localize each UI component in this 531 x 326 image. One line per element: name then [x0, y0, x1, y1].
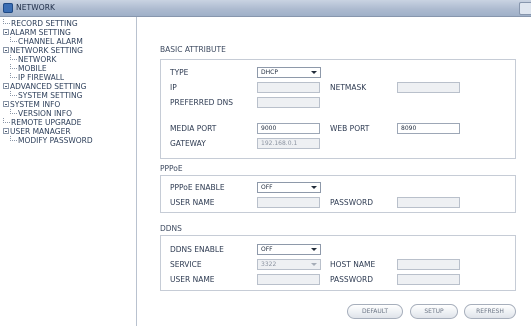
tree-item-label: REMOTE UPGRADE: [11, 118, 82, 127]
chevron-down-icon: [311, 71, 317, 74]
tree-item-label: MODIFY PASSWORD: [18, 136, 93, 145]
tree-item-ip-firewall[interactable]: IP FIREWALL: [10, 73, 64, 82]
tree-line-icon: [10, 37, 17, 42]
ddns-enable-label: DDNS ENABLE: [170, 245, 224, 254]
collapse-icon[interactable]: [3, 83, 9, 89]
tree-item-label: CHANNEL ALARM: [18, 37, 83, 46]
ddns-password-label: PASSWORD: [330, 275, 374, 284]
setup-button[interactable]: SETUP: [410, 304, 458, 319]
network-window-icon: [3, 3, 13, 13]
tree-line-icon: [10, 136, 17, 141]
ddns-password-field[interactable]: [397, 274, 460, 285]
tree-item-network[interactable]: NETWORK: [10, 55, 56, 64]
ddns-user-name-field[interactable]: [257, 274, 320, 285]
default-button[interactable]: DEFAULT: [347, 304, 403, 319]
tree-item-label: USER MANAGER: [10, 127, 71, 136]
ddns-service-select[interactable]: 3322: [257, 259, 321, 270]
preferred-dns-label: PREFERRED DNS: [170, 98, 233, 107]
collapse-icon[interactable]: [3, 101, 9, 107]
window-title: NETWORK: [16, 3, 56, 12]
tree-item-label: MOBILE: [18, 64, 47, 73]
tree-line-icon: [10, 91, 17, 96]
ddns-title: DDNS: [160, 224, 182, 233]
tree-item-remote-upgrade[interactable]: REMOTE UPGRADE: [3, 118, 81, 127]
chevron-down-icon: [311, 263, 317, 266]
pppoe-group: [160, 175, 516, 213]
network-settings-panel: BASIC ATTRIBUTE TYPE DHCP IP NETMASK PRE…: [138, 17, 531, 326]
tree-line-icon: [10, 73, 17, 78]
ddns-user-name-label: USER NAME: [170, 275, 215, 284]
tree-item-system-setting[interactable]: SYSTEM SETTING: [10, 91, 82, 100]
collapse-icon[interactable]: [3, 29, 9, 35]
pppoe-password-field[interactable]: [397, 197, 460, 208]
media-port-label: MEDIA PORT: [170, 124, 217, 133]
tree-item-version-info[interactable]: VERSION INFO: [10, 109, 72, 118]
tree-item-label: NETWORK: [18, 55, 57, 64]
pppoe-enable-label: PPPoE ENABLE: [170, 183, 225, 192]
host-name-label: HOST NAME: [330, 260, 376, 269]
gateway-field[interactable]: 192.168.0.1: [257, 138, 320, 149]
ddns-service-label: SERVICE: [170, 260, 202, 269]
tree-item-label: NETWORK SETTING: [10, 46, 83, 55]
tree-item-mobile[interactable]: MOBILE: [10, 64, 47, 73]
tree-item-label: IP FIREWALL: [18, 73, 65, 82]
tree-item-system-info[interactable]: SYSTEM INFO: [3, 100, 60, 109]
ip-field[interactable]: [257, 82, 320, 93]
tree-item-label: SYSTEM INFO: [10, 100, 61, 109]
ddns-service-value: 3322: [261, 261, 277, 268]
pppoe-user-name-label: USER NAME: [170, 198, 215, 207]
type-label: TYPE: [170, 68, 189, 77]
pppoe-user-name-field[interactable]: [257, 197, 320, 208]
collapse-icon[interactable]: [3, 128, 9, 134]
settings-tree: RECORD SETTING ALARM SETTING CHANNEL ALA…: [0, 17, 137, 326]
refresh-button[interactable]: REFRESH: [464, 304, 516, 319]
tree-item-modify-password[interactable]: MODIFY PASSWORD: [10, 136, 93, 145]
netmask-label: NETMASK: [330, 83, 367, 92]
type-select[interactable]: DHCP: [257, 67, 321, 78]
web-port-label: WEB PORT: [330, 124, 370, 133]
pppoe-enable-select[interactable]: OFF: [257, 182, 321, 193]
tree-line-icon: [3, 19, 10, 24]
tree-item-label: RECORD SETTING: [11, 19, 78, 28]
tree-line-icon: [3, 118, 10, 123]
tree-item-record-setting[interactable]: RECORD SETTING: [3, 19, 78, 28]
tree-item-label: VERSION INFO: [18, 109, 72, 118]
tree-item-user-manager[interactable]: USER MANAGER: [3, 127, 71, 136]
chevron-down-icon: [311, 248, 317, 251]
title-bar: NETWORK: [0, 0, 531, 17]
ddns-enable-value: OFF: [261, 246, 273, 253]
pppoe-password-label: PASSWORD: [330, 198, 374, 207]
ip-label: IP: [170, 83, 177, 92]
tree-item-label: ADVANCED SETTING: [10, 82, 87, 91]
tree-line-icon: [10, 55, 17, 60]
type-select-value: DHCP: [261, 69, 278, 76]
tree-item-channel-alarm[interactable]: CHANNEL ALARM: [10, 37, 83, 46]
tree-item-network-setting[interactable]: NETWORK SETTING: [3, 46, 83, 55]
preferred-dns-field[interactable]: [257, 97, 320, 108]
web-port-field[interactable]: 8090: [397, 123, 460, 134]
chevron-down-icon: [311, 186, 317, 189]
host-name-field[interactable]: [397, 259, 460, 270]
tree-line-icon: [10, 109, 17, 114]
tree-item-advanced-setting[interactable]: ADVANCED SETTING: [3, 82, 86, 91]
tree-line-icon: [10, 64, 17, 69]
tree-item-alarm-setting[interactable]: ALARM SETTING: [3, 28, 71, 37]
collapse-icon[interactable]: [3, 47, 9, 53]
pppoe-title: PPPoE: [160, 164, 183, 173]
gateway-label: GATEWAY: [170, 139, 206, 148]
ddns-enable-select[interactable]: OFF: [257, 244, 321, 255]
pppoe-enable-value: OFF: [261, 184, 273, 191]
netmask-field[interactable]: [397, 82, 460, 93]
media-port-field[interactable]: 9000: [257, 123, 320, 134]
tree-item-label: SYSTEM SETTING: [18, 91, 83, 100]
basic-attribute-title: BASIC ATTRIBUTE: [160, 45, 226, 54]
close-button[interactable]: [519, 2, 531, 15]
tree-item-label: ALARM SETTING: [10, 28, 71, 37]
basic-attribute-group: [160, 59, 516, 159]
